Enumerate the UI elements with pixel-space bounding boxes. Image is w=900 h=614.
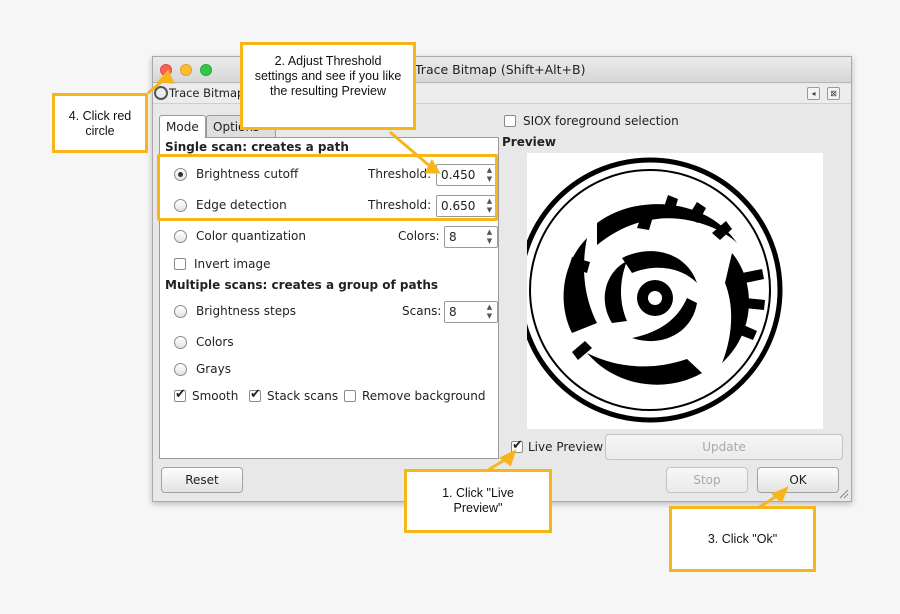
invert-image-label: Invert image (194, 257, 271, 271)
colors-label: Colors: (398, 229, 440, 243)
spin-up-icon[interactable]: ▲ (484, 197, 495, 206)
preview-area (527, 153, 823, 429)
live-preview-label: Live Preview (528, 440, 604, 454)
reset-button[interactable]: Reset (161, 467, 243, 493)
color-quantization-radio[interactable] (174, 230, 187, 243)
preview-heading: Preview (502, 135, 557, 149)
siox-label: SIOX foreground selection (523, 114, 679, 128)
callout-step3: 3. Click "Ok" (669, 506, 816, 572)
edge-threshold-spinner[interactable]: 0.650 ▲ ▼ (436, 195, 498, 217)
grays-radio[interactable] (174, 363, 187, 376)
threshold-label: Threshold: (368, 167, 432, 181)
brightness-steps-label: Brightness steps (196, 304, 296, 318)
check-icon: ✔ (250, 387, 261, 402)
smooth-label: Smooth (192, 389, 239, 403)
check-icon: ✔ (512, 438, 523, 453)
live-preview-checkbox[interactable]: ✔ (511, 438, 523, 453)
stack-scans-checkbox[interactable]: ✔ (249, 387, 261, 402)
colors-radio[interactable] (174, 336, 187, 349)
scans-label: Scans: (402, 304, 442, 318)
edge-detection-radio[interactable] (174, 199, 187, 212)
scans-value[interactable]: 8 (449, 305, 457, 319)
spin-down-icon[interactable]: ▼ (484, 312, 495, 321)
threshold-label: Threshold: (368, 198, 432, 212)
spin-arrows[interactable]: ▲ ▼ (484, 197, 495, 215)
remove-background-checkbox[interactable] (344, 390, 356, 402)
panel-title: Trace Bitmap (169, 86, 245, 100)
invert-image-row: Invert image (174, 254, 490, 276)
spin-up-icon[interactable]: ▲ (484, 166, 495, 175)
remove-background-label: Remove background (362, 389, 486, 403)
brightness-cutoff-label: Brightness cutoff (196, 167, 299, 181)
single-scan-heading: Single scan: creates a path (165, 140, 349, 154)
brightness-steps-radio[interactable] (174, 305, 187, 318)
brightness-cutoff-radio[interactable] (174, 168, 187, 181)
brightness-threshold-spinner[interactable]: 0.450 ▲ ▼ (436, 164, 498, 186)
brightness-cutoff-row: Brightness cutoff Threshold: 0.450 ▲ ▼ (174, 164, 498, 186)
smooth-checkbox[interactable]: ✔ (174, 387, 186, 402)
spin-down-icon[interactable]: ▼ (484, 175, 495, 184)
mode-panel: Single scan: creates a path Brightness c… (159, 137, 499, 459)
spin-arrows[interactable]: ▲ ▼ (484, 228, 495, 246)
grays-label: Grays (196, 362, 231, 376)
ok-button[interactable]: OK (757, 467, 839, 493)
collapse-panel-icon[interactable]: ◂ (807, 87, 820, 100)
brightness-steps-row: Brightness steps Scans: 8 ▲ ▼ (174, 301, 498, 323)
trace-bitmap-icon (154, 86, 168, 100)
color-quantization-label: Color quantization (196, 229, 307, 243)
multiple-scans-heading: Multiple scans: creates a group of paths (165, 278, 439, 292)
spin-arrows[interactable]: ▲ ▼ (484, 166, 495, 184)
callout-step3-text: 3. Click "Ok" (707, 532, 778, 546)
colors-value[interactable]: 8 (449, 230, 457, 244)
tab-mode[interactable]: Mode (159, 115, 206, 138)
spin-down-icon[interactable]: ▼ (484, 206, 495, 215)
spin-up-icon[interactable]: ▲ (484, 303, 495, 312)
siox-checkbox[interactable] (504, 115, 516, 127)
colors-spinner[interactable]: 8 ▲ ▼ (444, 226, 498, 248)
check-icon: ✔ (175, 387, 186, 402)
callout-step4: 4. Click red circle (52, 93, 148, 153)
spin-up-icon[interactable]: ▲ (484, 228, 495, 237)
edge-detection-label: Edge detection (196, 198, 287, 212)
stop-button[interactable]: Stop (666, 467, 748, 493)
callout-step2: 2. Adjust Threshold settings and see if … (240, 42, 416, 130)
minimize-circle-icon[interactable] (180, 64, 192, 76)
brightness-threshold-value[interactable]: 0.450 (441, 168, 475, 182)
spin-down-icon[interactable]: ▼ (484, 237, 495, 246)
callout-step1-text: 1. Click "Live Preview" (442, 486, 514, 515)
close-circle-icon[interactable] (160, 64, 172, 76)
callout-step4-text: 4. Click red circle (68, 109, 132, 138)
zoom-circle-icon[interactable] (200, 64, 212, 76)
traced-preview-image (527, 157, 783, 423)
window-title: Trace Bitmap (Shift+Alt+B) (415, 62, 586, 77)
colors-option-label: Colors (196, 335, 234, 349)
grays-row: Grays (174, 359, 490, 381)
color-quantization-row: Color quantization Colors: 8 ▲ ▼ (174, 226, 498, 248)
invert-image-checkbox[interactable] (174, 258, 186, 270)
edge-detection-row: Edge detection Threshold: 0.650 ▲ ▼ (174, 195, 498, 217)
close-panel-icon[interactable]: ⊠ (827, 87, 840, 100)
edge-threshold-value[interactable]: 0.650 (441, 199, 475, 213)
spin-arrows[interactable]: ▲ ▼ (484, 303, 495, 321)
callout-step1: 1. Click "Live Preview" (404, 469, 552, 533)
colors-row: Colors (174, 332, 490, 354)
mode-tabs: Mode Options Single scan: creates a path… (159, 115, 499, 459)
update-button[interactable]: Update (605, 434, 843, 460)
resize-grip-icon[interactable] (837, 487, 849, 499)
multi-scan-checks-row: ✔ Smooth ✔ Stack scans Remove background (174, 386, 490, 408)
stack-scans-label: Stack scans (267, 389, 339, 403)
callout-step2-text: 2. Adjust Threshold settings and see if … (254, 54, 402, 98)
scans-spinner[interactable]: 8 ▲ ▼ (444, 301, 498, 323)
